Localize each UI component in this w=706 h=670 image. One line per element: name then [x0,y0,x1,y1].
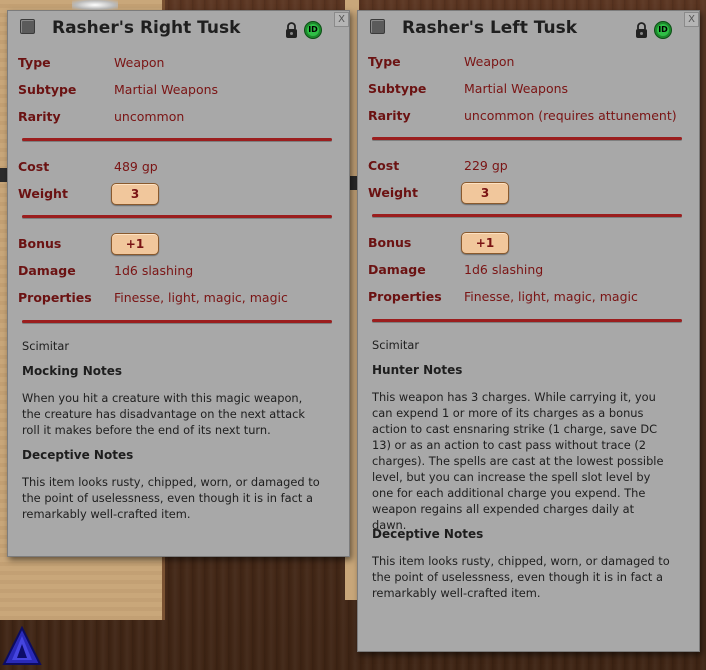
section-divider [22,320,332,323]
identified-icon[interactable]: ID [304,21,322,39]
field-label: Type [18,55,51,70]
lock-icon[interactable] [635,22,648,39]
item-title: Rasher's Left Tusk [402,18,577,38]
section-divider [22,215,332,218]
field-value[interactable]: uncommon [114,109,184,124]
field-label: Cost [18,159,50,174]
field-value[interactable]: Weapon [114,55,164,70]
base-item-name[interactable]: Scimitar [372,337,672,353]
bonus-number-field[interactable]: +1 [461,232,509,254]
field-label: Bonus [368,235,412,250]
dice-tower-icon[interactable] [2,626,42,666]
identified-icon[interactable]: ID [654,21,672,39]
identified-label: ID [307,24,319,36]
weight-number-field[interactable]: 3 [461,182,509,204]
notes-heading: Deceptive Notes [22,448,134,462]
window-menu-checkbox[interactable] [370,19,385,34]
notes-heading: Deceptive Notes [372,527,484,541]
notes-text[interactable]: This weapon has 3 charges. While carryin… [372,389,672,533]
field-value[interactable]: Weapon [464,54,514,69]
field-label: Rarity [18,109,61,124]
field-label: Bonus [18,236,62,251]
field-value[interactable]: 229 gp [464,158,508,173]
field-label: Properties [368,289,442,304]
window-menu-checkbox[interactable] [20,19,35,34]
field-value[interactable]: Martial Weapons [114,82,218,97]
field-label: Cost [368,158,400,173]
field-label: Properties [18,290,92,305]
window-titlebar[interactable]: Rasher's Left Tusk ID X [358,11,699,47]
bonus-number-field[interactable]: +1 [111,233,159,255]
field-label: Subtype [18,82,77,97]
section-divider [372,214,682,217]
section-divider [22,138,332,141]
section-divider [372,137,682,140]
field-label: Weight [368,185,418,200]
base-item-name[interactable]: Scimitar [22,338,322,354]
field-value[interactable]: 489 gp [114,159,158,174]
field-value[interactable]: 1d6 slashing [114,263,193,278]
item-title: Rasher's Right Tusk [52,18,241,38]
lock-icon[interactable] [285,22,298,39]
field-label: Damage [18,263,76,278]
field-value[interactable]: Martial Weapons [464,81,568,96]
field-label: Weight [18,186,68,201]
background-token-glow [72,0,118,10]
field-label: Damage [368,262,426,277]
field-label: Rarity [368,108,411,123]
weight-number-field[interactable]: 3 [111,183,159,205]
identified-label: ID [657,24,669,36]
field-label: Type [368,54,401,69]
field-value[interactable]: 1d6 slashing [464,262,543,277]
window-titlebar[interactable]: Rasher's Right Tusk ID X [8,11,349,47]
notes-heading: Hunter Notes [372,363,463,377]
close-button[interactable]: X [684,12,699,27]
notes-heading: Mocking Notes [22,364,123,378]
field-value[interactable]: uncommon (requires attunement) [464,108,677,123]
item-window-left-tusk[interactable]: Rasher's Left Tusk ID X Type Weapon Subt… [357,10,700,652]
item-window-right-tusk[interactable]: Rasher's Right Tusk ID X Type Weapon Sub… [7,10,350,557]
notes-text[interactable]: This item looks rusty, chipped, worn, or… [22,474,322,522]
field-value[interactable]: Finesse, light, magic, magic [114,290,288,305]
field-label: Subtype [368,81,427,96]
close-button[interactable]: X [334,12,349,27]
notes-text[interactable]: This item looks rusty, chipped, worn, or… [372,553,672,601]
notes-text[interactable]: When you hit a creature with this magic … [22,390,322,438]
field-value[interactable]: Finesse, light, magic, magic [464,289,638,304]
section-divider [372,319,682,322]
